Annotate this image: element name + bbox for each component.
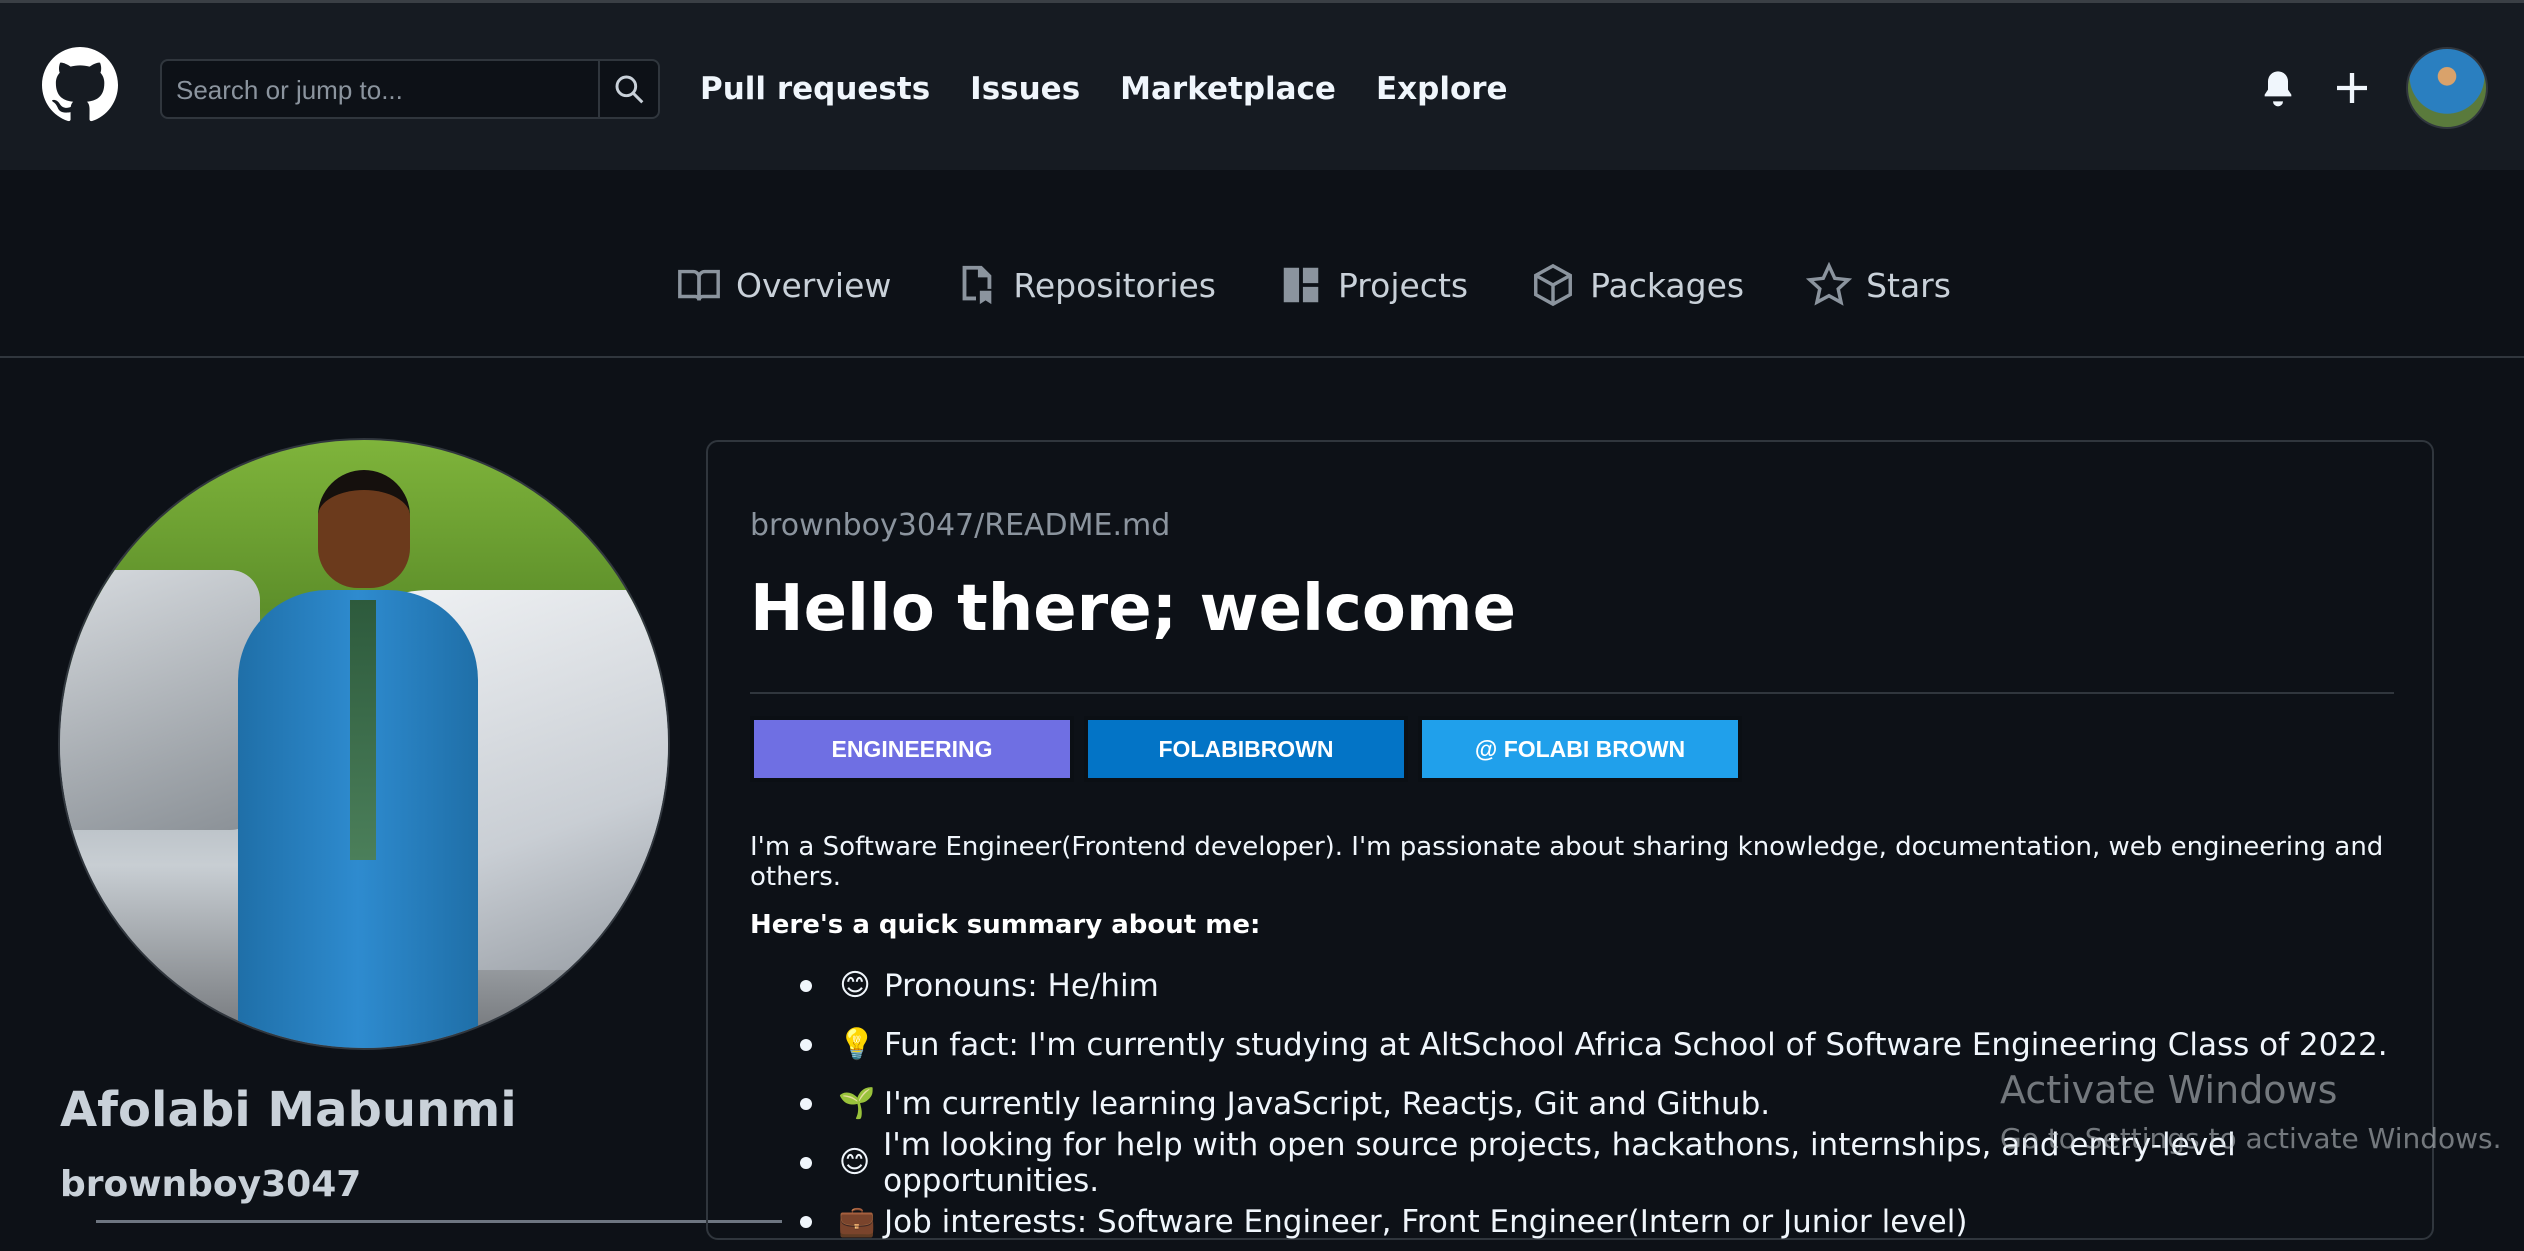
search-placeholder: Search or jump to... — [176, 75, 403, 105]
profile-full-name: Afolabi Mabunmi — [60, 1082, 517, 1138]
project-icon — [1283, 267, 1319, 303]
list-item: 💼 Job interests: Software Engineer, Fron… — [750, 1192, 2432, 1251]
list-item: 💡 Fun fact: I'm currently studying at Al… — [750, 1015, 2432, 1074]
search-icon — [615, 75, 644, 104]
profile-username: brownboy3047 — [60, 1164, 362, 1205]
horizontal-scrollbar[interactable] — [96, 1220, 782, 1223]
notification-bell-icon[interactable] — [2258, 68, 2298, 108]
readme-divider — [750, 692, 2394, 694]
github-logo-icon[interactable] — [42, 47, 118, 123]
tab-packages[interactable]: Packages — [1530, 262, 1744, 308]
briefcase-emoji-icon: 💼 — [838, 1203, 876, 1239]
nav-marketplace[interactable]: Marketplace — [1120, 71, 1336, 107]
tab-stars-label: Stars — [1866, 265, 1951, 305]
badge-folabi-brown[interactable]: @ FOLABI BROWN — [1418, 716, 1742, 782]
book-icon — [678, 269, 720, 301]
top-navigation-bar: Search or jump to... Pull requests Issue… — [0, 0, 2524, 170]
plus-icon[interactable] — [2332, 68, 2372, 108]
tab-projects[interactable]: Projects — [1278, 262, 1468, 308]
badge-row: ENGINEERING FOLABIBROWN @ FOLABI BROWN — [750, 716, 1742, 782]
tab-packages-label: Packages — [1590, 265, 1745, 305]
summary-heading: Here's a quick summary about me: — [750, 910, 1261, 940]
badge-folabibrown[interactable]: FOLABIBROWN — [1084, 716, 1408, 782]
list-item: 😊 Pronouns: He/him — [750, 956, 2432, 1015]
nav-issues[interactable]: Issues — [970, 71, 1080, 107]
bullet-icon — [800, 979, 812, 992]
seedling-emoji-icon: 🌱 — [838, 1085, 876, 1121]
profile-tab-bar: Overview Repositories Projects Packages … — [0, 170, 2524, 358]
nav-pull-requests[interactable]: Pull requests — [700, 71, 930, 107]
activate-windows-title: Activate Windows — [2000, 1068, 2338, 1112]
list-item-text: Job interests: Software Engineer, Front … — [884, 1203, 1968, 1240]
bullet-icon — [800, 1097, 812, 1110]
bullet-icon — [800, 1156, 812, 1169]
readme-intro: I'm a Software Engineer(Frontend develop… — [750, 832, 2384, 892]
smile-emoji-icon: 😊 — [839, 967, 871, 1003]
tab-repositories[interactable]: Repositories — [953, 262, 1216, 308]
tab-stars[interactable]: Stars — [1806, 262, 1951, 308]
search-input[interactable]: Search or jump to... — [160, 59, 660, 119]
avatar-photo-head — [318, 470, 410, 588]
list-item-text: Fun fact: I'm currently studying at AltS… — [884, 1026, 2388, 1063]
readme-path-link[interactable]: brownboy3047/README.md — [750, 508, 1170, 543]
badge-engineering[interactable]: ENGINEERING — [750, 716, 1074, 782]
avatar-photo-tie — [350, 600, 376, 860]
avatar-photo-background — [60, 570, 260, 830]
header-actions — [2258, 47, 2488, 129]
user-avatar-menu[interactable] — [2406, 47, 2488, 129]
bullet-icon — [800, 1038, 812, 1051]
readme-card: brownboy3047/README.md Hello there; welc… — [706, 440, 2434, 1240]
activate-windows-subtitle: Go to Settings to activate Windows. — [2000, 1122, 2502, 1155]
package-icon — [1534, 263, 1573, 307]
repo-icon — [962, 265, 992, 305]
list-item-text: Pronouns: He/him — [884, 967, 1159, 1004]
readme-heading: Hello there; welcome — [750, 572, 1516, 646]
nav-explore[interactable]: Explore — [1376, 71, 1508, 107]
tab-repositories-label: Repositories — [1013, 265, 1216, 305]
tab-overview-label: Overview — [736, 265, 892, 305]
star-icon — [1806, 262, 1853, 306]
lightbulb-emoji-icon: 💡 — [838, 1026, 876, 1062]
profile-avatar[interactable] — [58, 438, 670, 1050]
search-button[interactable] — [598, 61, 658, 117]
global-nav: Pull requests Issues Marketplace Explore — [700, 71, 1508, 107]
smile-emoji-icon: 😊 — [838, 1144, 871, 1180]
list-item-text: I'm currently learning JavaScript, React… — [884, 1085, 1771, 1122]
tab-overview[interactable]: Overview — [676, 262, 891, 308]
tab-projects-label: Projects — [1337, 265, 1469, 305]
